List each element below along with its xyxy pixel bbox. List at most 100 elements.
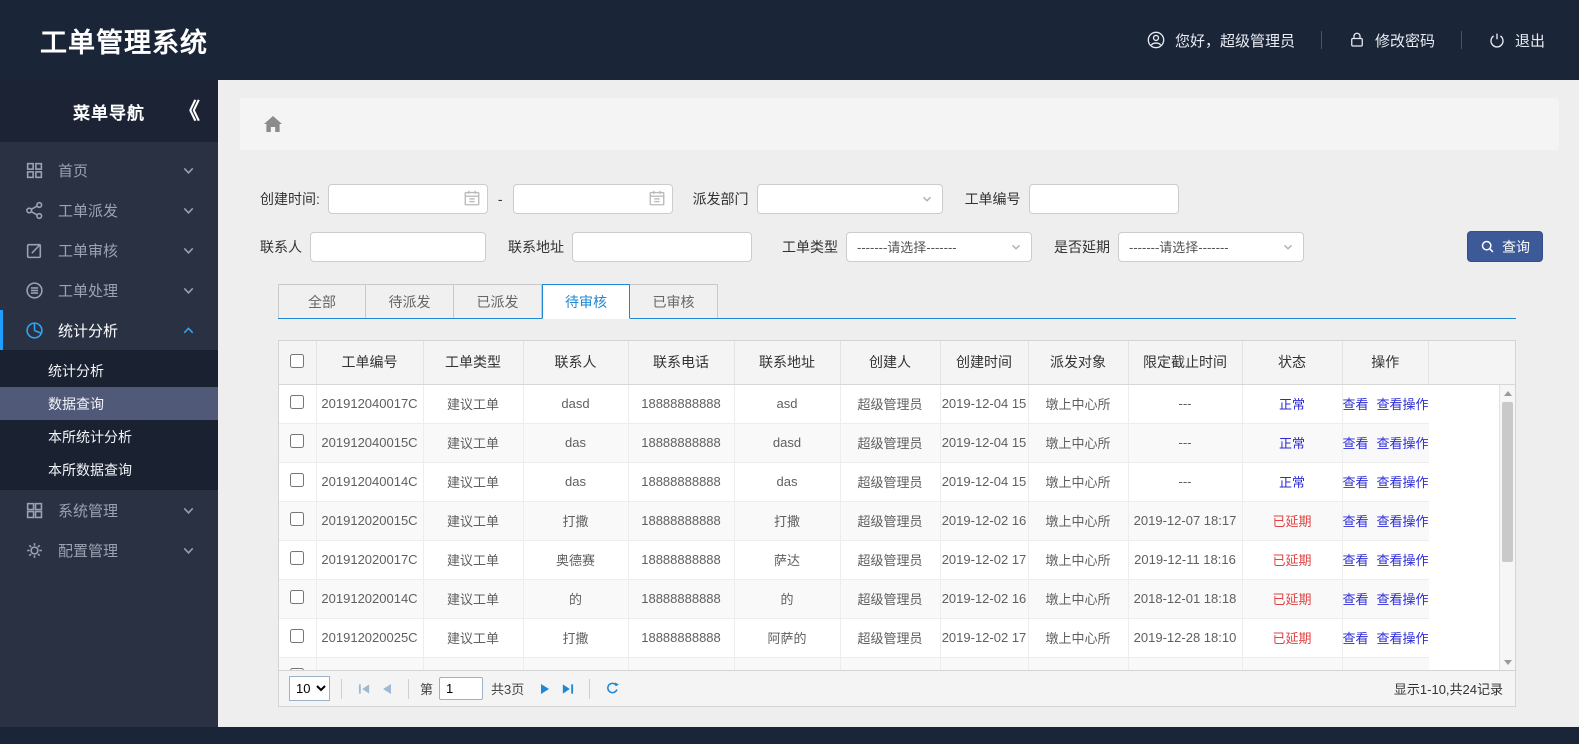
sidebar-item-work-order-review[interactable]: 工单审核: [0, 230, 218, 270]
view-link[interactable]: 查看: [1343, 514, 1369, 529]
tab-reviewed[interactable]: 已审核: [630, 284, 718, 318]
scroll-down-arrow[interactable]: [1500, 654, 1515, 670]
breadcrumb: [240, 98, 1559, 150]
view-link[interactable]: 查看: [1343, 631, 1369, 646]
table-row: 201912020014C 建议工单的 18888888888 的超级管理员 2019-…: [279, 579, 1515, 619]
view-operation-log-link[interactable]: 查看操作记录: [1377, 397, 1429, 412]
cell-address: dasd: [734, 423, 841, 463]
sidebar-item-work-order-dispatch[interactable]: 工单派发: [0, 190, 218, 230]
view-operation-log-link[interactable]: 查看操作记录: [1377, 631, 1429, 646]
cell-contact: das: [523, 423, 629, 463]
row-checkbox[interactable]: [290, 473, 305, 487]
collapse-sidebar-button[interactable]: 《: [178, 94, 200, 126]
order-no-input[interactable]: [1028, 184, 1179, 214]
view-link[interactable]: 查看: [1343, 592, 1369, 607]
date-from-wrap: [327, 184, 488, 214]
calendar-icon[interactable]: [648, 189, 666, 207]
view-operation-log-link[interactable]: 查看操作记录: [1377, 514, 1429, 529]
next-page-button[interactable]: [534, 678, 556, 700]
row-checkbox[interactable]: [290, 551, 305, 565]
cell-address: 阿萨的: [734, 618, 841, 658]
select-all-checkbox[interactable]: [290, 353, 305, 368]
table-row: 201912020015C 建议工单 打撒 18888888888 打撒 超级管理员 201…: [279, 501, 1515, 541]
sidebar-subitem-branch-statistical-analysis[interactable]: 本所统计分析: [0, 420, 218, 453]
cell-deadline: [1128, 657, 1243, 670]
cell-phone: 18888888888: [628, 384, 735, 424]
change-password-link[interactable]: 修改密码: [1348, 30, 1435, 51]
sidebar-item-home[interactable]: 首页: [0, 150, 218, 190]
scrollbar-thumb[interactable]: [1502, 402, 1513, 562]
sidebar-item-system-management[interactable]: 系统管理: [0, 490, 218, 530]
sidebar: 菜单导航 《 首页 工单派发 工单审核 工单处理 统计分析 统计分析 数据查询 本所统计分析本…: [0, 80, 218, 727]
calendar-icon[interactable]: [463, 189, 481, 207]
total-pages-label: 共3页: [491, 682, 525, 697]
cell-created: 2019-12-04 15: [940, 423, 1029, 463]
view-operation-log-link[interactable]: 查看操作记录: [1377, 592, 1429, 607]
view-link[interactable]: 查看: [1343, 553, 1369, 568]
view-operation-log-link[interactable]: 查看操作记录: [1377, 553, 1429, 568]
cell-dispatch-target: [1028, 657, 1129, 670]
chevron-down-icon: [179, 241, 198, 260]
logout-link[interactable]: 退出: [1488, 30, 1545, 51]
row-checkbox[interactable]: [290, 512, 305, 526]
current-page-input[interactable]: [439, 677, 484, 700]
page-size-select[interactable]: 10: [289, 676, 330, 701]
last-page-button[interactable]: [556, 678, 578, 700]
cell-status: 已延期: [1242, 540, 1343, 580]
sidebar-item-statistical-analysis[interactable]: 统计分析: [0, 310, 218, 350]
filter-row-1: 创建时间: - 派发部门 工单编号: [260, 184, 1559, 214]
cell-phone: 18888888888: [628, 579, 735, 619]
row-checkbox[interactable]: [290, 668, 305, 670]
table-scrollbar[interactable]: [1499, 385, 1515, 670]
cell-status: 正常: [1242, 384, 1343, 424]
cell-status: 已延期: [1242, 579, 1343, 619]
row-checkbox[interactable]: [290, 434, 305, 448]
cell-deadline: ---: [1128, 423, 1243, 463]
search-icon: [1480, 239, 1495, 254]
tab-dispatched[interactable]: 已派发: [454, 284, 542, 318]
cell-type: 建议工单: [423, 423, 524, 463]
logout-label: 退出: [1514, 32, 1545, 50]
sidebar-item-work-order-processing[interactable]: 工单处理: [0, 270, 218, 310]
sidebar-item-label: 首页: [58, 162, 89, 180]
home-icon[interactable]: [262, 114, 284, 134]
sidebar-subitem-statistical-analysis-sub[interactable]: 统计分析: [0, 354, 218, 387]
table-row: 201912040017C 建议工单 dasd 18888888888 asd 超级管理员…: [279, 384, 1515, 424]
table-row: 201912020017C 建议工单 奥德赛 18888888888 萨达 超级管理员 20…: [279, 540, 1515, 580]
view-operation-log-link[interactable]: 查看操作记录: [1377, 475, 1429, 490]
cell-address: asd: [734, 384, 841, 424]
date-range-separator: -: [497, 191, 503, 207]
address-input[interactable]: [572, 231, 752, 262]
row-checkbox[interactable]: [290, 395, 305, 409]
prev-page-button[interactable]: [375, 678, 397, 700]
sidebar-header: 菜单导航 《: [0, 80, 218, 142]
view-link[interactable]: 查看: [1343, 436, 1369, 451]
first-page-button[interactable]: [353, 678, 375, 700]
column-header: 状态: [1242, 341, 1343, 385]
row-checkbox[interactable]: [290, 590, 305, 604]
contact-input[interactable]: [310, 231, 486, 262]
sidebar-subitem-branch-data-query[interactable]: 本所数据查询: [0, 453, 218, 486]
tab-to-review[interactable]: 待审核: [542, 284, 630, 319]
table-header-row: 工单编号 工单类型 联系人 联系电话 联系地址 创建人 创建时间 派发对象 限定截止时间 状态 操作: [279, 341, 1515, 385]
view-operation-log-link[interactable]: 查看操作记录: [1377, 436, 1429, 451]
cell-dispatch-target: 墩上中心所: [1028, 540, 1129, 580]
tab-all[interactable]: 全部: [278, 284, 366, 318]
search-button[interactable]: 查询: [1467, 231, 1543, 262]
tab-to-dispatch[interactable]: 待派发: [366, 284, 454, 318]
row-checkbox[interactable]: [290, 629, 305, 643]
cell-actions: 查看查看操作记录: [1342, 501, 1429, 541]
order-type-select[interactable]: -------请选择-------: [846, 231, 1032, 262]
view-link[interactable]: 查看: [1343, 397, 1369, 412]
refresh-icon[interactable]: [601, 678, 623, 700]
column-header: 联系人: [523, 341, 629, 385]
scroll-up-arrow[interactable]: [1500, 385, 1515, 401]
dispatch-dept-select[interactable]: [756, 184, 943, 214]
view-link[interactable]: 查看: [1343, 475, 1369, 490]
cell-type: 建议工单: [423, 540, 524, 580]
sidebar-item-config-management[interactable]: 配置管理: [0, 530, 218, 570]
sidebar-subitem-data-query[interactable]: 数据查询: [0, 387, 218, 420]
cell-address: 的: [734, 579, 841, 619]
delay-select[interactable]: -------请选择-------: [1118, 231, 1304, 262]
chevron-down-icon: [179, 281, 198, 300]
